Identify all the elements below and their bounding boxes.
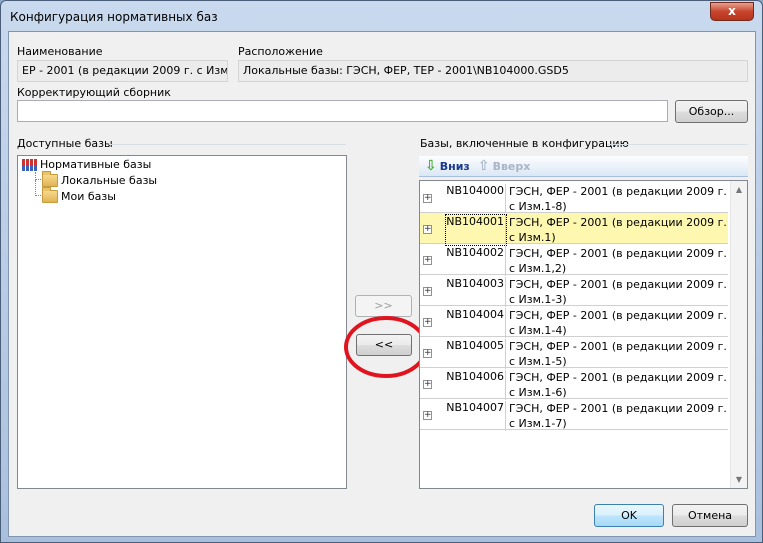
row-code: NB104006 — [446, 370, 506, 400]
row-code: NB104000 — [446, 184, 506, 214]
tree-label: Мои базы — [61, 190, 116, 203]
dialog-body: Наименование ЕР - 2001 (в редакции 2009 … — [8, 31, 756, 537]
row-description: ГЭСН, ФЕР - 2001 (в редакции 2009 г. с И… — [509, 278, 727, 306]
list-row[interactable]: + NB104007 ГЭСН, ФЕР - 2001 (в редакции 20… — [420, 399, 728, 431]
expand-icon[interactable]: + — [423, 225, 432, 234]
row-code: NB104002 — [446, 246, 506, 276]
list-row[interactable]: + NB104001 ГЭСН, ФЕР - 2001 (в редакции 20… — [420, 213, 728, 246]
list-row[interactable]: + NB104004 ГЭСН, ФЕР - 2001 (в редакции 20… — [420, 306, 728, 338]
row-code: NB104007 — [446, 401, 506, 431]
location-label: Расположение — [238, 45, 323, 58]
expand-icon[interactable]: + — [423, 380, 432, 389]
dialog-window: Конфигурация нормативных баз x Наименова… — [0, 0, 763, 543]
expand-icon[interactable]: + — [423, 256, 432, 265]
red-circle-annotation — [344, 316, 428, 378]
row-description: ГЭСН, ФЕР - 2001 (в редакции 2009 г. с И… — [509, 371, 727, 399]
folder-icon — [42, 171, 58, 187]
row-description: ГЭСН, ФЕР - 2001 (в редакции 2009 г. с И… — [509, 247, 727, 275]
tree-item-normative[interactable]: Нормативные базы — [22, 158, 151, 171]
folder-icon — [42, 187, 58, 203]
expand-icon[interactable]: + — [423, 287, 432, 296]
move-up-button[interactable]: ⇧ Вверх — [478, 158, 531, 174]
expand-icon[interactable]: + — [423, 349, 432, 358]
list-row[interactable]: + NB104006 ГЭСН, ФЕР - 2001 (в редакции 20… — [420, 368, 728, 400]
row-code: NB104003 — [446, 277, 506, 307]
included-toolbar: ⇩ Вниз ⇧ Вверх — [419, 156, 748, 177]
list-row[interactable]: + NB104005 ГЭСН, ФЕР - 2001 (в редакции 20… — [420, 337, 728, 369]
list-row[interactable]: + NB104003 ГЭСН, ФЕР - 2001 (в редакции 20… — [420, 275, 728, 307]
name-field[interactable]: ЕР - 2001 (в редакции 2009 г. с Изм.1-8) — [17, 60, 228, 82]
included-list[interactable]: ▲ ▼ + NB104000 ГЭСН, ФЕР - 2001 (в редакци… — [419, 180, 748, 489]
correction-input[interactable] — [17, 100, 668, 122]
arrow-up-icon: ⇧ — [477, 158, 490, 174]
tree-label: Нормативные базы — [40, 158, 152, 171]
divider — [607, 144, 748, 145]
ok-button[interactable]: OK — [594, 504, 664, 527]
scroll-up-icon[interactable]: ▲ — [731, 185, 747, 194]
cancel-button[interactable]: Отмена — [672, 504, 748, 527]
row-code: NB104005 — [446, 339, 506, 369]
vertical-scrollbar[interactable]: ▲ ▼ — [730, 181, 747, 488]
arrow-down-icon: ⇩ — [425, 158, 437, 174]
divider — [109, 144, 346, 145]
move-down-button[interactable]: ⇩ Вниз — [425, 158, 470, 174]
available-tree[interactable]: Нормативные базы Локальные базы Мои базы — [17, 155, 347, 489]
move-up-label: Вверх — [492, 159, 531, 173]
available-label: Доступные базы — [17, 137, 113, 150]
tree-item-mine[interactable]: Мои базы — [42, 187, 116, 203]
tree-label: Локальные базы — [61, 174, 158, 187]
expand-icon[interactable]: + — [423, 318, 432, 327]
expand-icon[interactable]: + — [423, 411, 432, 420]
row-description: ГЭСН, ФЕР - 2001 (в редакции 2009 г. с И… — [509, 309, 727, 337]
list-row[interactable]: + NB104000 ГЭСН, ФЕР - 2001 (в редакции 20… — [420, 182, 728, 214]
window-title: Конфигурация нормативных баз — [10, 10, 218, 24]
row-description: ГЭСН, ФЕР - 2001 (в редакции 2009 г. с И… — [509, 216, 727, 244]
name-label: Наименование — [17, 45, 103, 58]
expand-icon[interactable]: + — [423, 194, 432, 203]
row-code: NB104001 — [445, 214, 507, 246]
tree-item-local[interactable]: Локальные базы — [42, 171, 158, 187]
row-description: ГЭСН, ФЕР - 2001 (в редакции 2009 г. с И… — [509, 185, 727, 213]
move-down-label: Вниз — [439, 159, 470, 173]
included-label: Базы, включенные в конфигурацию — [420, 137, 629, 150]
correction-label: Корректирующий сборник — [17, 86, 171, 99]
scroll-down-icon[interactable]: ▼ — [731, 475, 747, 484]
row-description: ГЭСН, ФЕР - 2001 (в редакции 2009 г. с И… — [509, 402, 727, 430]
close-button[interactable]: x — [710, 2, 754, 21]
row-description: ГЭСН, ФЕР - 2001 (в редакции 2009 г. с И… — [509, 340, 727, 368]
browse-button[interactable]: Обзор... — [675, 100, 748, 123]
list-row[interactable]: + NB104002 ГЭСН, ФЕР - 2001 (в редакции 20… — [420, 244, 728, 276]
row-code: NB104004 — [446, 308, 506, 338]
database-grid-icon — [22, 158, 37, 171]
location-field[interactable]: Локальные базы: ГЭСН, ФЕР, ТЕР - 2001\NB… — [238, 60, 748, 82]
